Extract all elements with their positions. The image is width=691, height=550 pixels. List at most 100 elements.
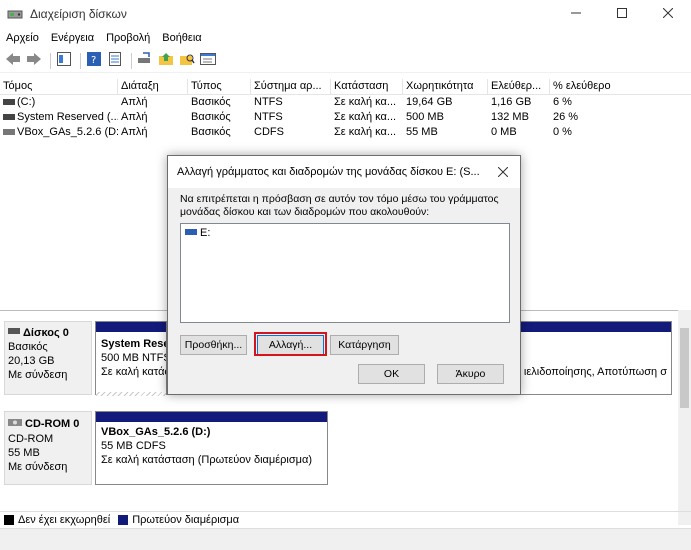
filesystem-cell: NTFS xyxy=(254,96,283,108)
partition-name: System Rese xyxy=(101,338,166,350)
table-row[interactable]: System Reserved (... Απλή Βασικός NTFS Σ… xyxy=(0,110,691,125)
volume-table-header: Τόμος Διάταξη Τύπος Σύστημα αρ... Κατάστ… xyxy=(0,79,691,95)
percent-free-cell: 0 % xyxy=(553,126,572,138)
drive-icon xyxy=(3,114,15,121)
list-item[interactable]: E: xyxy=(181,224,509,242)
cd-drive-icon xyxy=(3,129,15,136)
help-icon: ? xyxy=(87,52,101,69)
partition-name: VBox_GAs_5.2.6 (D:) xyxy=(101,426,211,438)
table-row[interactable]: (C:) Απλή Βασικός NTFS Σε καλή κα... 19,… xyxy=(0,95,691,110)
menu-view[interactable]: Προβολή xyxy=(100,32,156,44)
column-header-free-space[interactable]: Ελεύθερ... xyxy=(488,79,550,94)
free-space-cell: 1,16 GB xyxy=(491,96,532,108)
disk0-size: 20,13 GB xyxy=(8,355,55,367)
disk0-label[interactable]: Δίσκος 0 Βασικός 20,13 GB Με σύνδεση xyxy=(4,321,92,395)
up-folder-button[interactable] xyxy=(157,52,175,70)
maximize-icon xyxy=(617,7,627,21)
cdrom0-label[interactable]: CD-ROM 0 CD-ROM 55 MB Με σύνδεση xyxy=(4,411,92,485)
percent-free-cell: 26 % xyxy=(553,111,579,123)
volume-name: VBox_GAs_5.2.6 (D:) xyxy=(17,126,118,138)
legend: Δεν έχει εκχωρηθεί Πρωτεύον διαμέρισμα xyxy=(0,511,691,528)
type-cell: Βασικός xyxy=(191,96,231,108)
properties-button[interactable] xyxy=(106,52,124,70)
layout-cell: Απλή xyxy=(121,111,148,123)
back-button[interactable] xyxy=(4,52,22,70)
cdrom0-name: CD-ROM 0 xyxy=(25,418,80,430)
disk0-name: Δίσκος 0 xyxy=(23,327,69,339)
menu-action[interactable]: Ενέργεια xyxy=(45,32,100,44)
folder-search-icon xyxy=(179,52,195,69)
drive-paths-list[interactable]: E: xyxy=(180,223,510,323)
hard-disk-icon xyxy=(8,326,20,340)
primary-partition-swatch xyxy=(118,515,129,525)
dialog-title: Αλλαγή γράμματος και διαδρομών της μονάδ… xyxy=(177,166,480,178)
capacity-cell: 55 MB xyxy=(406,126,438,138)
volume-name: System Reserved (... xyxy=(17,111,118,123)
layout-cell: Απλή xyxy=(121,126,148,138)
add-button[interactable]: Προσθήκη... xyxy=(180,335,247,355)
filesystem-cell: NTFS xyxy=(254,111,283,123)
status-cell: Σε καλή κα... xyxy=(334,126,397,138)
connect-disk-button[interactable] xyxy=(136,52,154,70)
disk0-type: Βασικός xyxy=(8,341,48,353)
percent-free-cell: 6 % xyxy=(553,96,572,108)
disk-management-icon xyxy=(7,6,23,22)
free-space-cell: 0 MB xyxy=(491,126,517,138)
console-tree-icon xyxy=(57,52,71,69)
drive-icon xyxy=(185,227,197,239)
ok-button[interactable]: OK xyxy=(358,364,425,384)
dialog-title-bar: Αλλαγή γράμματος και διαδρομών της μονάδ… xyxy=(168,156,520,188)
capacity-cell: 500 MB xyxy=(406,111,444,123)
column-header-capacity[interactable]: Χωρητικότητα xyxy=(403,79,488,94)
column-header-status[interactable]: Κατάσταση xyxy=(331,79,403,94)
vertical-scrollbar[interactable] xyxy=(678,310,691,525)
close-button[interactable] xyxy=(645,0,691,28)
svg-text:?: ? xyxy=(91,55,96,66)
column-header-filesystem[interactable]: Σύστημα αρ... xyxy=(251,79,331,94)
partition-status: Σε καλή κατάσ xyxy=(101,366,166,378)
type-cell: Βασικός xyxy=(191,126,231,138)
cd-drive-icon xyxy=(8,416,22,432)
change-drive-letter-dialog: Αλλαγή γράμματος και διαδρομών της μονάδ… xyxy=(167,155,521,395)
close-icon xyxy=(662,7,674,21)
status-cell: Σε καλή κα... xyxy=(334,111,397,123)
toolbar-separator xyxy=(80,52,81,69)
minimize-icon xyxy=(571,8,581,21)
system-reserved-partition[interactable]: System Rese 500 MB NTFS Σε καλή κατάσ xyxy=(95,321,167,396)
column-header-volume[interactable]: Τόμος xyxy=(0,79,118,94)
console-tree-button[interactable] xyxy=(55,52,73,70)
toolbar: ? xyxy=(0,49,691,73)
help-button[interactable]: ? xyxy=(85,52,103,70)
view-settings-button[interactable] xyxy=(199,52,217,70)
column-header-percent-free[interactable]: % ελεύθερο xyxy=(550,79,691,94)
column-header-type[interactable]: Τύπος xyxy=(188,79,251,94)
window-settings-icon xyxy=(200,52,216,69)
drive-icon xyxy=(3,99,15,106)
legend-unallocated: Δεν έχει εκχωρηθεί xyxy=(18,514,111,526)
remove-button[interactable]: Κατάργηση xyxy=(330,335,399,355)
free-space-cell: 132 MB xyxy=(491,111,529,123)
maximize-button[interactable] xyxy=(599,0,645,28)
filesystem-cell: CDFS xyxy=(254,126,284,138)
cdrom0-size: 55 MB xyxy=(8,447,40,459)
menu-bar: Αρχείο Ενέργεια Προβολή Βοήθεια xyxy=(0,28,691,48)
column-header-layout[interactable]: Διάταξη xyxy=(118,79,188,94)
menu-file[interactable]: Αρχείο xyxy=(0,32,45,44)
layout-cell: Απλή xyxy=(121,96,148,108)
minimize-button[interactable] xyxy=(553,0,599,28)
vbox-cd-partition[interactable]: VBox_GAs_5.2.6 (D:) 55 MB CDFS Σε καλή κ… xyxy=(95,411,328,485)
cancel-button[interactable]: Άκυρο xyxy=(437,364,504,384)
search-folder-button[interactable] xyxy=(178,52,196,70)
close-icon xyxy=(497,164,509,180)
scrollbar-thumb[interactable] xyxy=(680,328,689,408)
forward-button[interactable] xyxy=(25,52,43,70)
table-row[interactable]: VBox_GAs_5.2.6 (D:) Απλή Βασικός CDFS Σε… xyxy=(0,125,691,140)
cdrom0-status: Με σύνδεση xyxy=(8,461,68,473)
dialog-close-button[interactable] xyxy=(486,156,520,188)
capacity-cell: 19,64 GB xyxy=(406,96,453,108)
back-arrow-icon xyxy=(5,52,21,69)
disk0-status: Με σύνδεση xyxy=(8,369,68,381)
volume-name: (C:) xyxy=(17,96,36,108)
status-cell: Σε καλή κα... xyxy=(334,96,397,108)
menu-help[interactable]: Βοήθεια xyxy=(156,32,207,44)
